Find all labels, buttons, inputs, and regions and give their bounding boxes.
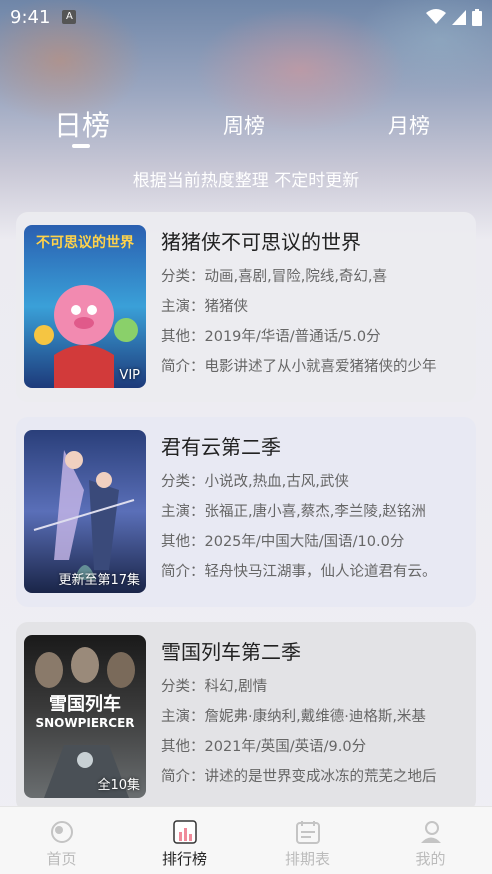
movie-card[interactable]: 更新至第17集 君有云第二季 分类：小说改,热血,古风,武侠 主演：张福正,唐小… [16, 417, 476, 607]
movie-info: 雪国列车第二季 分类：科幻,剧情 主演：詹妮弗·康纳利,戴维德·迪格斯,米基 其… [161, 636, 471, 792]
home-icon [50, 821, 73, 843]
nav-home[interactable]: 首页 [0, 807, 123, 874]
movie-other: 其他：2019年/华语/普通话/5.0分 [161, 329, 381, 345]
tab-daily[interactable]: 日榜 [54, 104, 110, 144]
nav-label: 排行榜 [161, 850, 207, 868]
nav-ranking[interactable]: 排行榜 [123, 807, 246, 874]
status-icons [426, 8, 482, 26]
movie-card[interactable]: 雪国列车 SNOWPIERCER 全10集 雪国列车第二季 分类：科幻,剧情 主… [16, 622, 476, 812]
svg-text:雪国列车: 雪国列车 [49, 693, 121, 715]
movie-info: 猪猪侠不可思议的世界 分类：动画,喜剧,冒险,院线,奇幻,喜 主演：猪猪侠 其他… [161, 226, 471, 382]
movie-intro: 简介：轻舟快马江湖事，仙人论道君有云。 [161, 564, 437, 580]
notification-a-icon: A [62, 10, 77, 24]
episode-badge: 更新至第17集 [58, 573, 140, 588]
movie-list: 不可思议的世界 VIP 猪猪侠不可思议的世界 分类：动画,喜剧,冒险,院线,奇幻… [16, 212, 476, 827]
tab-monthly[interactable]: 月榜 [388, 110, 430, 140]
nav-label: 首页 [46, 850, 77, 868]
movie-info: 君有云第二季 分类：小说改,热血,古风,武侠 主演：张福正,唐小喜,蔡杰,李兰陵… [161, 431, 471, 587]
svg-text:不可思议的世界: 不可思议的世界 [36, 234, 135, 251]
movie-title[interactable]: 猪猪侠不可思议的世界 [161, 226, 471, 258]
movie-category: 分类：小说改,热血,古风,武侠 [161, 474, 349, 490]
vip-badge: VIP [119, 368, 140, 383]
page-subtitle: 根据当前热度整理 不定时更新 [132, 171, 360, 191]
nav-schedule[interactable]: 排期表 [246, 807, 369, 874]
ranking-tabs: 日榜 周榜 月榜 [0, 100, 492, 150]
movie-intro: 简介：讲述的是世界变成冰冻的荒芜之地后 [161, 769, 437, 785]
episode-badge: 全10集 [97, 778, 140, 793]
movie-title[interactable]: 雪国列车第二季 [161, 636, 471, 668]
status-bar: 9:41 A [0, 0, 492, 34]
movie-card[interactable]: 不可思议的世界 VIP 猪猪侠不可思议的世界 分类：动画,喜剧,冒险,院线,奇幻… [16, 212, 476, 402]
nav-label: 我的 [415, 850, 446, 868]
svg-text:SNOWPIERCER: SNOWPIERCER [35, 716, 134, 730]
movie-title[interactable]: 君有云第二季 [161, 431, 471, 463]
ranking-icon [172, 820, 197, 844]
movie-cast: 主演：猪猪侠 [161, 299, 248, 315]
movie-category: 分类：科幻,剧情 [161, 679, 268, 695]
movie-poster[interactable]: 不可思议的世界 VIP [24, 225, 146, 388]
movie-cast: 主演：张福正,唐小喜,蔡杰,李兰陵,赵铭洲 [161, 504, 426, 520]
calendar-icon [295, 821, 320, 844]
poster-image: 不可思议的世界 [24, 225, 146, 388]
movie-cast: 主演：詹妮弗·康纳利,戴维德·迪格斯,米基 [161, 709, 426, 725]
movie-poster[interactable]: 雪国列车 SNOWPIERCER 全10集 [24, 635, 146, 798]
bottom-nav: 首页 排行榜 排期表 我的 [0, 806, 492, 874]
profile-icon [420, 821, 441, 843]
movie-category: 分类：动画,喜剧,冒险,院线,奇幻,喜 [161, 269, 388, 285]
tab-weekly[interactable]: 周榜 [223, 110, 265, 140]
movie-other: 其他：2025年/中国大陆/国语/10.0分 [161, 534, 405, 550]
nav-profile[interactable]: 我的 [369, 807, 492, 874]
wifi-icon [426, 9, 446, 24]
movie-poster[interactable]: 更新至第17集 [24, 430, 146, 593]
nav-label: 排期表 [284, 850, 330, 868]
movie-other: 其他：2021年/英国/英语/9.0分 [161, 739, 367, 755]
movie-intro: 简介：电影讲述了从小就喜爱猪猪侠的少年 [161, 359, 437, 375]
status-time: 9:41 [10, 6, 51, 28]
battery-icon [472, 8, 482, 26]
tab-indicator [72, 144, 90, 148]
signal-icon [452, 9, 466, 25]
